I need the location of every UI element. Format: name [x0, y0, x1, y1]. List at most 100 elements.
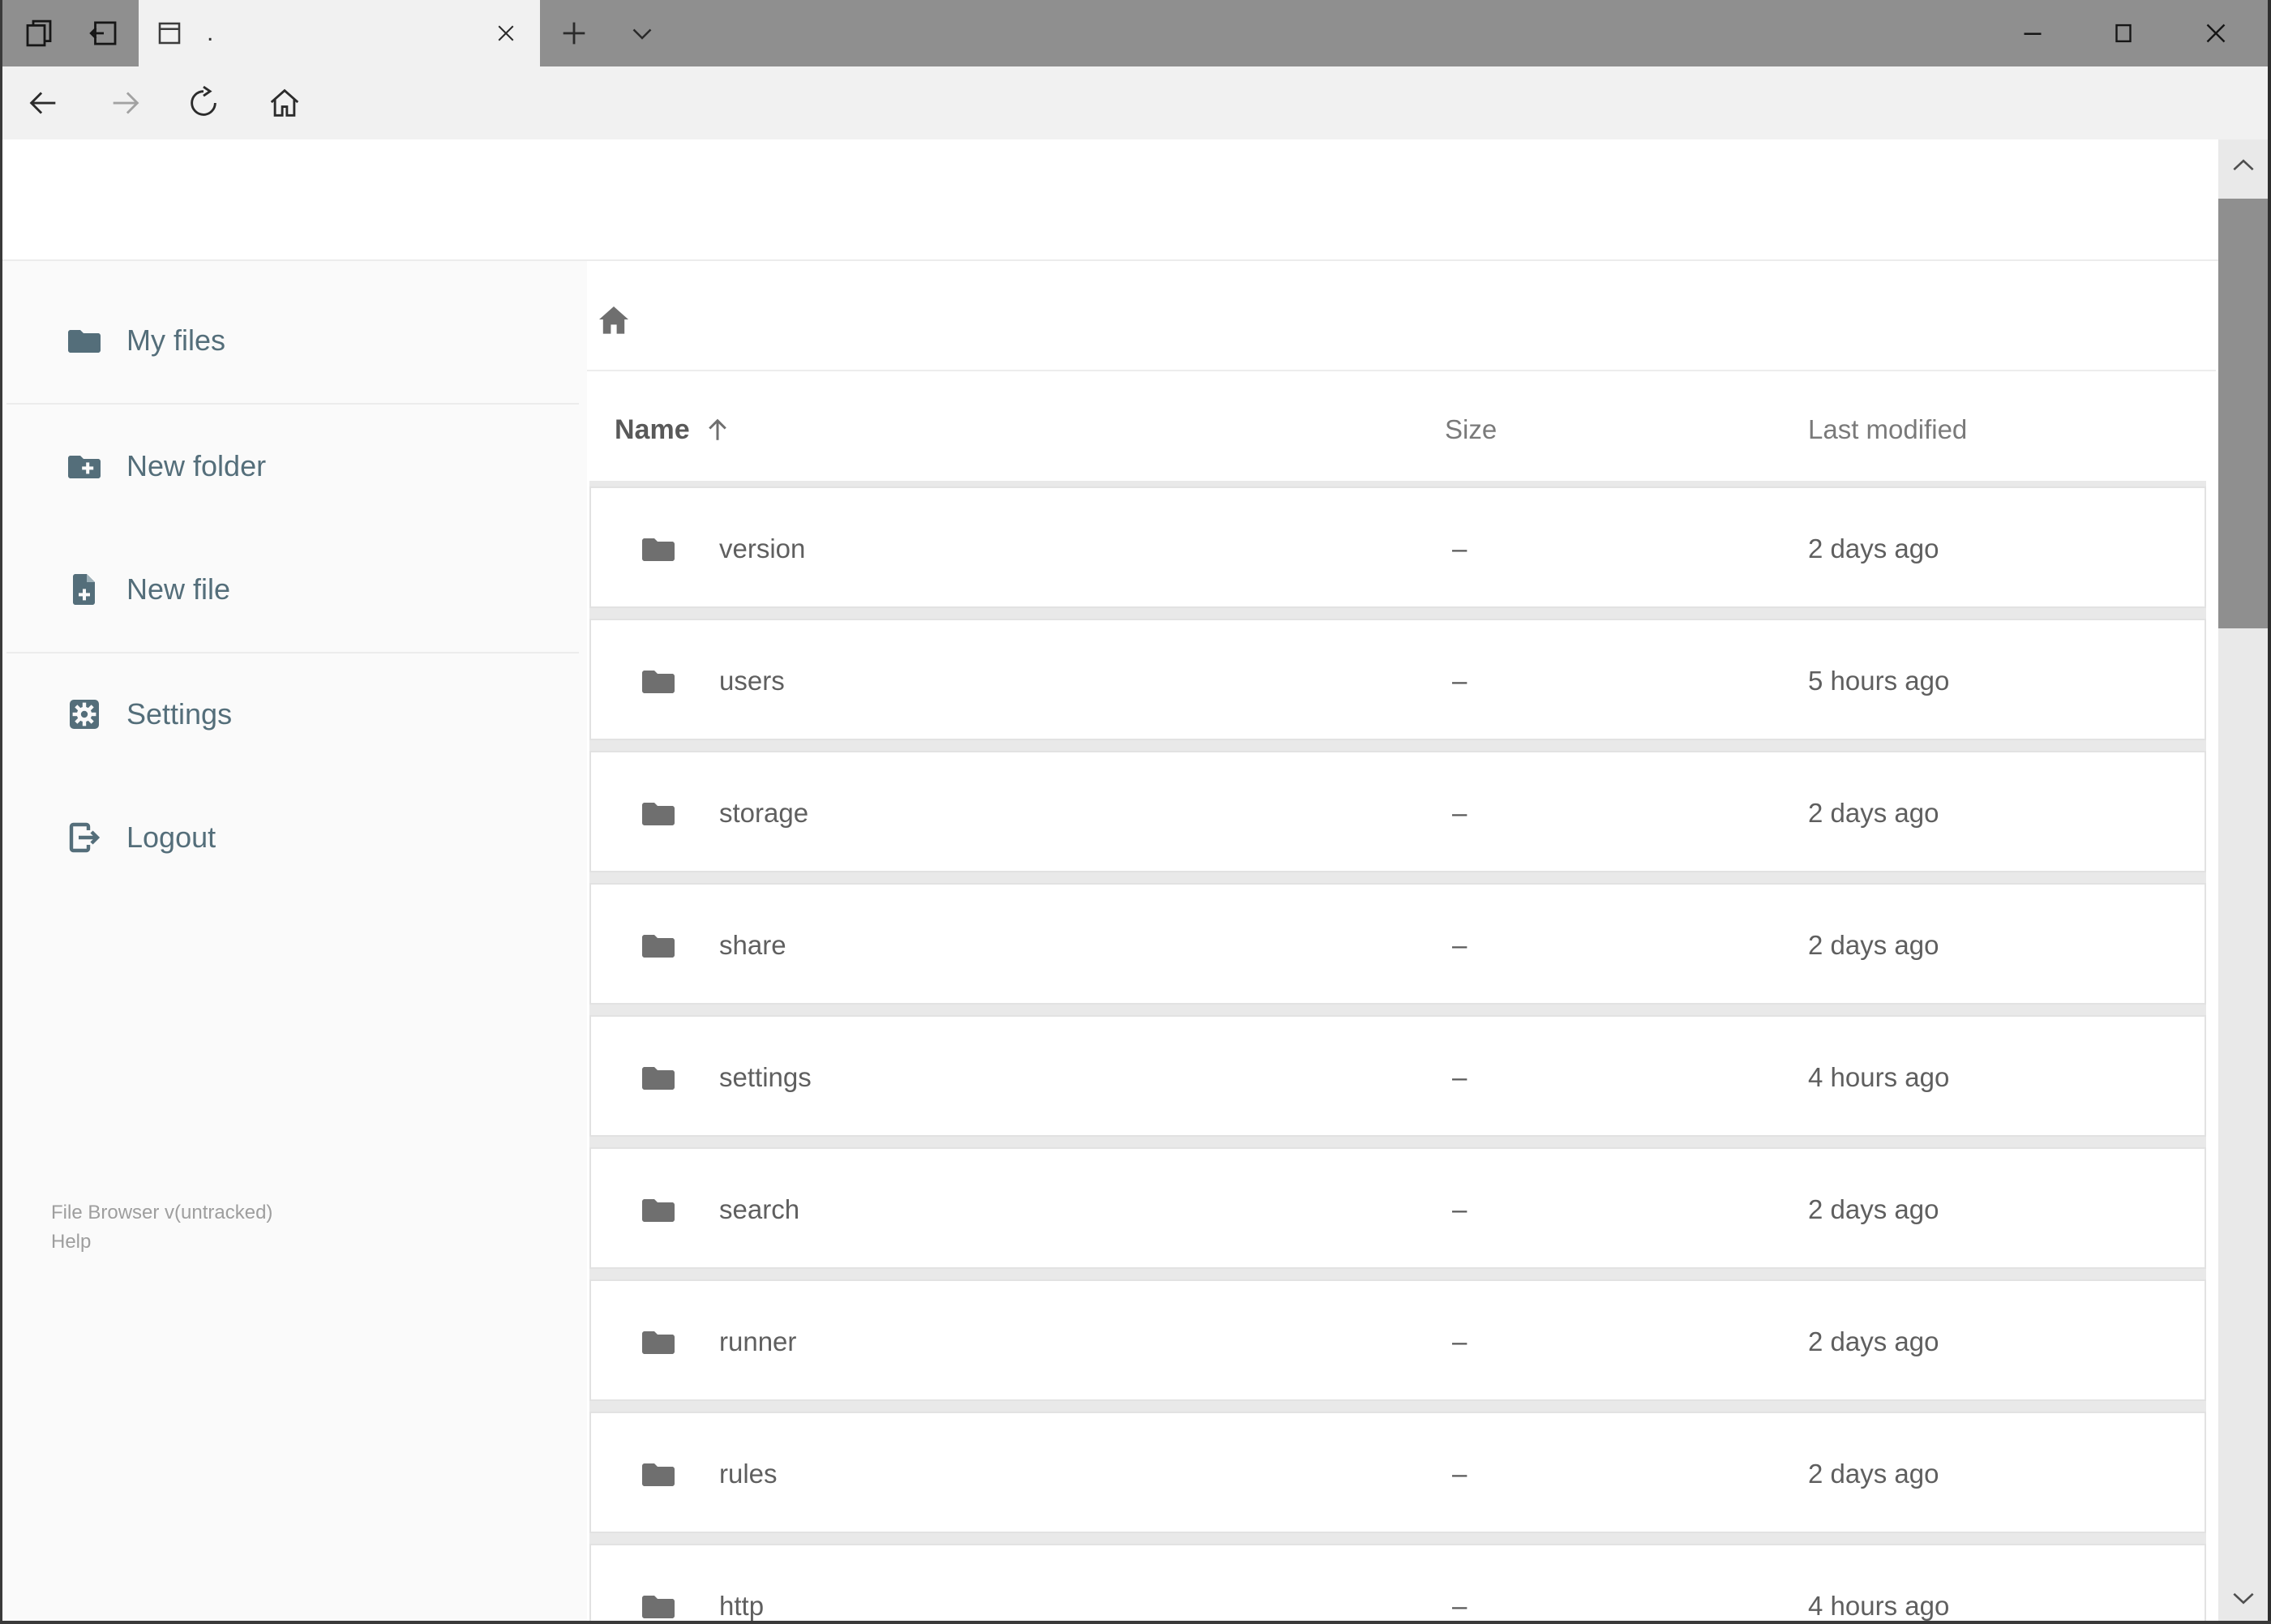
folder-icon	[639, 1455, 678, 1493]
sidebar-item-settings[interactable]: Settings	[0, 675, 587, 753]
file-modified: 2 days ago	[1808, 533, 1939, 563]
sidebar-item-logout[interactable]: Logout	[0, 799, 587, 876]
home-icon	[270, 88, 299, 117]
file-rows: version – 2 days ago users – 5 hours ago…	[589, 481, 2206, 1624]
set-tabs-aside-button[interactable]	[6, 0, 71, 66]
close-icon	[2201, 19, 2230, 48]
sidebar-item-label: New folder	[126, 449, 267, 482]
file-row[interactable]: http – 4 hours ago	[589, 1544, 2206, 1624]
file-name: share	[719, 930, 786, 960]
file-name: rules	[719, 1459, 778, 1489]
column-header-modified[interactable]: Last modified	[1808, 412, 1967, 448]
sidebar-item-label: New file	[126, 572, 231, 606]
file-name: users	[719, 666, 785, 696]
page-scrollbar[interactable]	[2218, 139, 2268, 1624]
browser-window: . Search... My files New folder New file…	[0, 0, 2271, 1624]
close-window-button[interactable]	[2180, 0, 2252, 66]
file-modified: 2 days ago	[1808, 1194, 1939, 1224]
tab-preview-icon	[87, 16, 121, 50]
browser-toolbar: filebrowser.web/files/	[0, 66, 2271, 197]
file-row[interactable]: storage – 2 days ago	[589, 751, 2206, 872]
file-row[interactable]: search – 2 days ago	[589, 1147, 2206, 1269]
help-link[interactable]: Help	[51, 1231, 91, 1253]
new-file-icon	[65, 570, 104, 609]
column-label: Size	[1445, 414, 1498, 444]
file-name: runner	[719, 1326, 797, 1356]
file-row[interactable]: runner – 2 days ago	[589, 1279, 2206, 1401]
folder-icon	[639, 794, 678, 833]
folder-icon	[639, 1322, 678, 1361]
refresh-icon	[191, 85, 216, 116]
column-label: Last modified	[1808, 414, 1968, 444]
new-tab-button[interactable]	[542, 0, 606, 66]
tab-strip: .	[0, 0, 2271, 66]
window-border-left	[0, 0, 2, 1624]
sidebar-item-label: Logout	[126, 821, 216, 854]
folder-icon	[639, 662, 678, 701]
breadcrumb-home-button[interactable]	[594, 302, 633, 341]
tab-title: .	[207, 19, 214, 46]
file-modified: 2 days ago	[1808, 798, 1939, 828]
folder-icon	[639, 926, 678, 965]
sidebar: My files New folder New file Settings Lo…	[0, 261, 587, 1624]
file-row[interactable]: settings – 4 hours ago	[589, 1015, 2206, 1137]
chevron-down-icon	[2232, 1592, 2254, 1605]
scroll-up-button[interactable]	[2218, 139, 2268, 193]
minimize-button[interactable]	[1997, 0, 2068, 66]
tab-preview-button[interactable]	[71, 0, 136, 66]
folder-icon	[639, 529, 678, 568]
maximize-button[interactable]	[2088, 0, 2159, 66]
sidebar-item-new-folder[interactable]: New folder	[0, 427, 587, 505]
new-folder-icon	[65, 447, 104, 486]
file-listing: Name Size Last modified version – 2 days…	[587, 261, 2218, 1624]
file-row[interactable]: users – 5 hours ago	[589, 619, 2206, 740]
set-aside-icon	[22, 16, 56, 50]
file-size: –	[1452, 1459, 1468, 1489]
sidebar-item-label: My files	[126, 324, 226, 357]
file-row[interactable]: rules – 2 days ago	[589, 1412, 2206, 1533]
listing-divider	[587, 370, 2216, 371]
file-row[interactable]: version – 2 days ago	[589, 486, 2206, 608]
file-size: –	[1452, 1326, 1468, 1356]
scroll-down-button[interactable]	[2218, 1570, 2268, 1624]
file-size: –	[1452, 1591, 1468, 1621]
file-size: –	[1452, 798, 1468, 828]
file-row[interactable]: share – 2 days ago	[589, 883, 2206, 1005]
app-version-text: File Browser v(untracked)	[51, 1202, 273, 1223]
chevron-down-icon	[628, 19, 657, 48]
page-favicon-icon	[155, 19, 184, 48]
plus-icon	[558, 17, 590, 49]
file-modified: 4 hours ago	[1808, 1591, 1950, 1621]
folder-icon	[639, 1058, 678, 1097]
sidebar-item-new-file[interactable]: New file	[0, 551, 587, 628]
back-button[interactable]	[24, 84, 62, 122]
file-size: –	[1452, 930, 1468, 960]
sidebar-divider	[6, 652, 579, 653]
column-header-size[interactable]: Size	[1445, 412, 1497, 448]
column-header-name[interactable]: Name	[615, 412, 732, 448]
sidebar-item-my-files[interactable]: My files	[0, 302, 587, 379]
sidebar-divider	[6, 403, 579, 405]
folder-icon	[639, 1190, 678, 1229]
file-modified: 5 hours ago	[1808, 666, 1950, 696]
scrollbar-thumb[interactable]	[2218, 199, 2268, 628]
file-modified: 2 days ago	[1808, 1326, 1939, 1356]
column-label: Name	[615, 413, 690, 445]
tab-close-icon[interactable]	[488, 15, 524, 51]
tab-list-button[interactable]	[610, 0, 675, 66]
sort-ascending-icon	[708, 418, 726, 440]
folder-icon	[65, 321, 104, 360]
active-tab[interactable]: .	[139, 0, 540, 66]
home-button[interactable]	[266, 84, 303, 122]
file-name: http	[719, 1591, 765, 1621]
window-border-bottom	[0, 1621, 2271, 1624]
file-size: –	[1452, 1194, 1468, 1224]
forward-icon	[113, 92, 139, 114]
refresh-button[interactable]	[185, 84, 222, 122]
minimize-icon	[2018, 19, 2047, 48]
file-size: –	[1452, 1062, 1468, 1092]
chevron-up-icon	[2232, 159, 2254, 171]
maximize-icon	[2110, 19, 2137, 47]
file-name: storage	[719, 798, 809, 828]
forward-button	[107, 84, 144, 122]
